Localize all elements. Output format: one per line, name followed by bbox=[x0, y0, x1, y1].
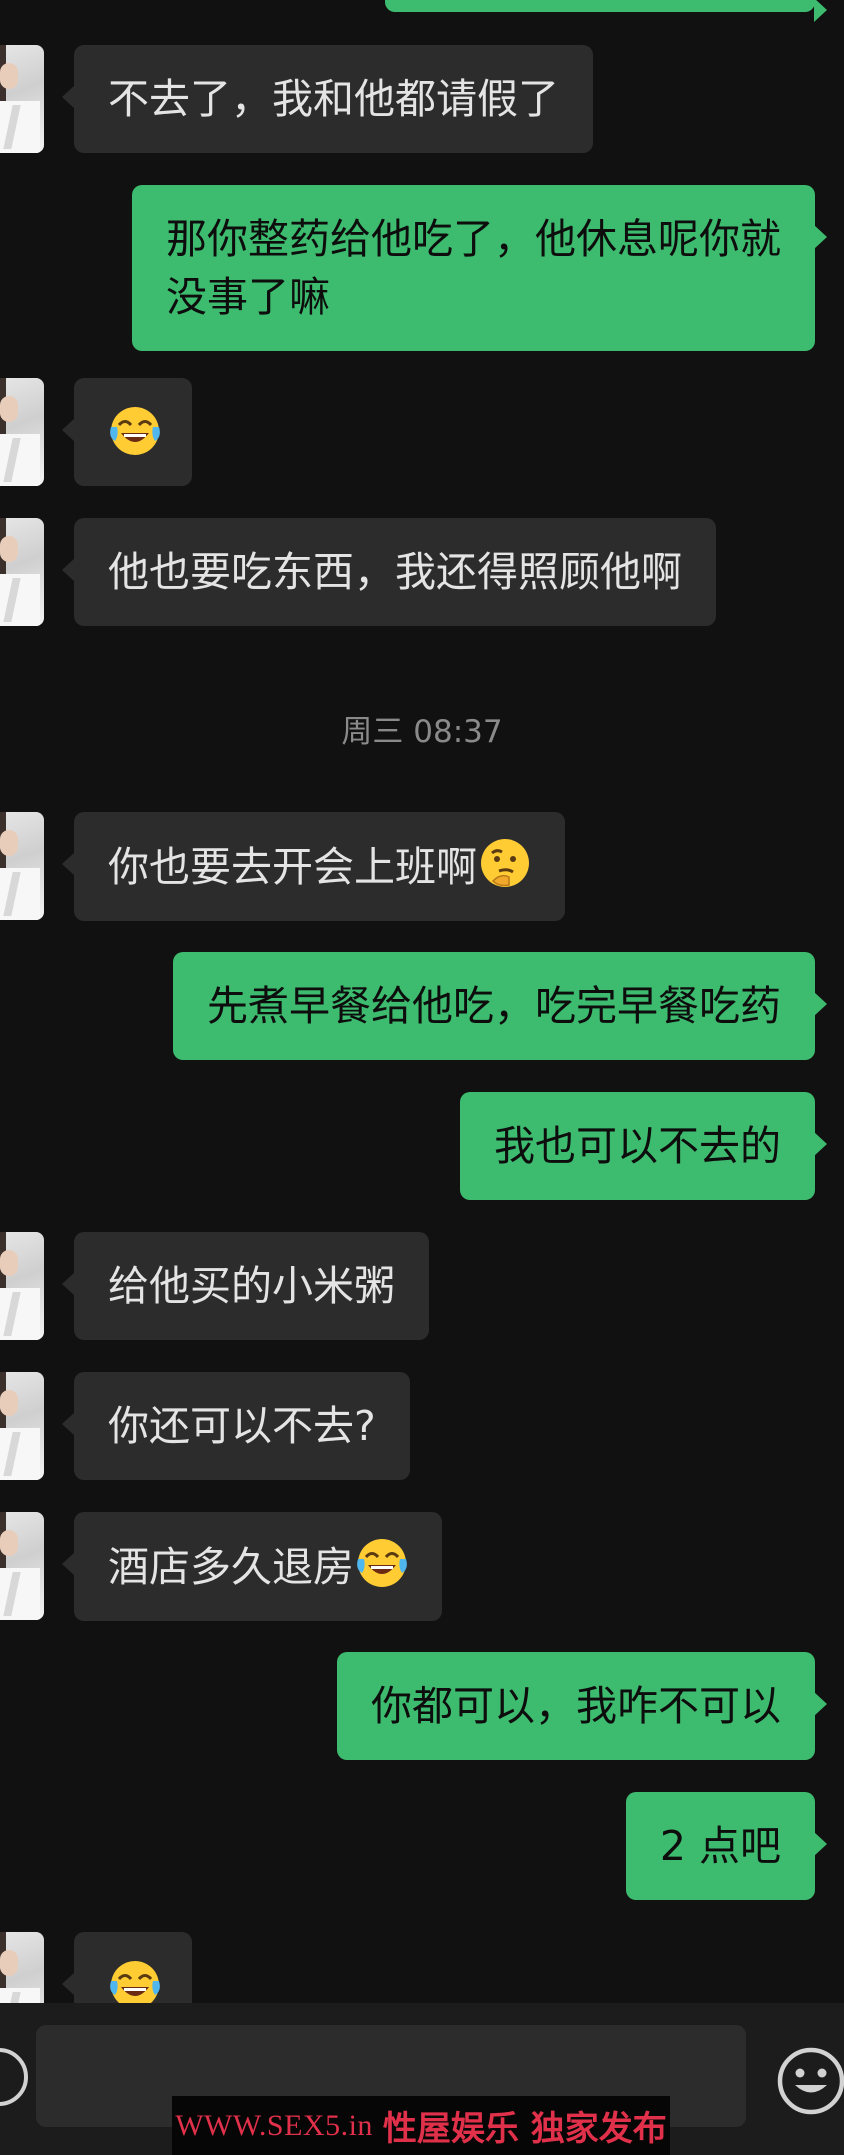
contact-avatar[interactable] bbox=[0, 45, 44, 153]
voice-icon[interactable] bbox=[0, 2048, 28, 2106]
message-text: 不去了，我和他都请假了 bbox=[108, 75, 559, 123]
message-bubble-outgoing[interactable]: 我也可以不去的 bbox=[460, 1092, 827, 1200]
contact-avatar[interactable] bbox=[0, 812, 44, 920]
message-text: 你还可以不去? bbox=[108, 1402, 376, 1450]
tears-of-joy-emoji bbox=[109, 1959, 161, 2003]
contact-avatar[interactable] bbox=[0, 378, 44, 486]
message-bubble-outgoing[interactable]: 2 点吧 bbox=[625, 1792, 828, 1900]
message-bubble-incoming[interactable]: 不去了，我和他都请假了 bbox=[62, 45, 593, 153]
contact-avatar[interactable] bbox=[0, 1232, 44, 1340]
message-text: 你都可以，我咋不可以 bbox=[371, 1682, 781, 1730]
message-bubble-incoming[interactable] bbox=[62, 378, 192, 486]
tears-of-joy-emoji bbox=[356, 1537, 408, 1589]
message-bubble-incoming[interactable]: 你也要去开会上班啊 bbox=[62, 812, 565, 921]
message-bubble-incoming[interactable] bbox=[62, 1932, 192, 2003]
smile-icon[interactable] bbox=[776, 2046, 844, 2116]
message-bubble-incoming[interactable]: 你还可以不去? bbox=[62, 1372, 410, 1480]
message-text: 给他买的小米粥 bbox=[108, 1262, 395, 1310]
message-bubble-outgoing[interactable]: 你都可以，我咋不可以 bbox=[337, 1652, 827, 1760]
thinking-face-emoji bbox=[479, 837, 531, 889]
watermark-banner: WWW.SEX5.in 性屋娱乐 独家发布 bbox=[172, 2096, 670, 2155]
contact-avatar[interactable] bbox=[0, 1372, 44, 1480]
tears-of-joy-emoji bbox=[109, 405, 161, 457]
chat-timestamp: 周三 08:37 bbox=[341, 714, 503, 750]
contact-avatar[interactable] bbox=[0, 1512, 44, 1620]
chat-area[interactable]: 不去了，我和他都请假了 那你整药给他吃了，他休息呢你就 没事了嘛 他也要吃东西，… bbox=[0, 0, 844, 2003]
message-text: 他也要吃东西，我还得照顾他啊 bbox=[108, 548, 682, 596]
watermark-text: 性屋娱乐 独家发布 bbox=[382, 2109, 667, 2149]
message-bubble-outgoing[interactable] bbox=[385, 0, 827, 22]
watermark-url: WWW.SEX5.in bbox=[175, 2108, 373, 2142]
message-text: 2 点吧 bbox=[659, 1822, 781, 1870]
message-bubble-incoming[interactable]: 给他买的小米粥 bbox=[62, 1232, 429, 1340]
message-text: 你也要去开会上班啊 bbox=[108, 843, 477, 891]
contact-avatar[interactable] bbox=[0, 1932, 44, 2003]
message-text: 那你整药给他吃了，他休息呢你就 没事了嘛 bbox=[166, 215, 781, 321]
message-text: 先煮早餐给他吃，吃完早餐吃药 bbox=[207, 982, 781, 1030]
message-bubble-incoming[interactable]: 酒店多久退房 bbox=[62, 1512, 442, 1621]
contact-avatar[interactable] bbox=[0, 518, 44, 626]
message-bubble-outgoing[interactable]: 先煮早餐给他吃，吃完早餐吃药 bbox=[173, 952, 827, 1060]
message-bubble-incoming[interactable]: 他也要吃东西，我还得照顾他啊 bbox=[62, 518, 716, 626]
message-bubble-outgoing[interactable]: 那你整药给他吃了，他休息呢你就 没事了嘛 bbox=[132, 185, 827, 351]
message-text: 我也可以不去的 bbox=[494, 1122, 781, 1170]
message-text: 酒店多久退房 bbox=[108, 1543, 354, 1591]
